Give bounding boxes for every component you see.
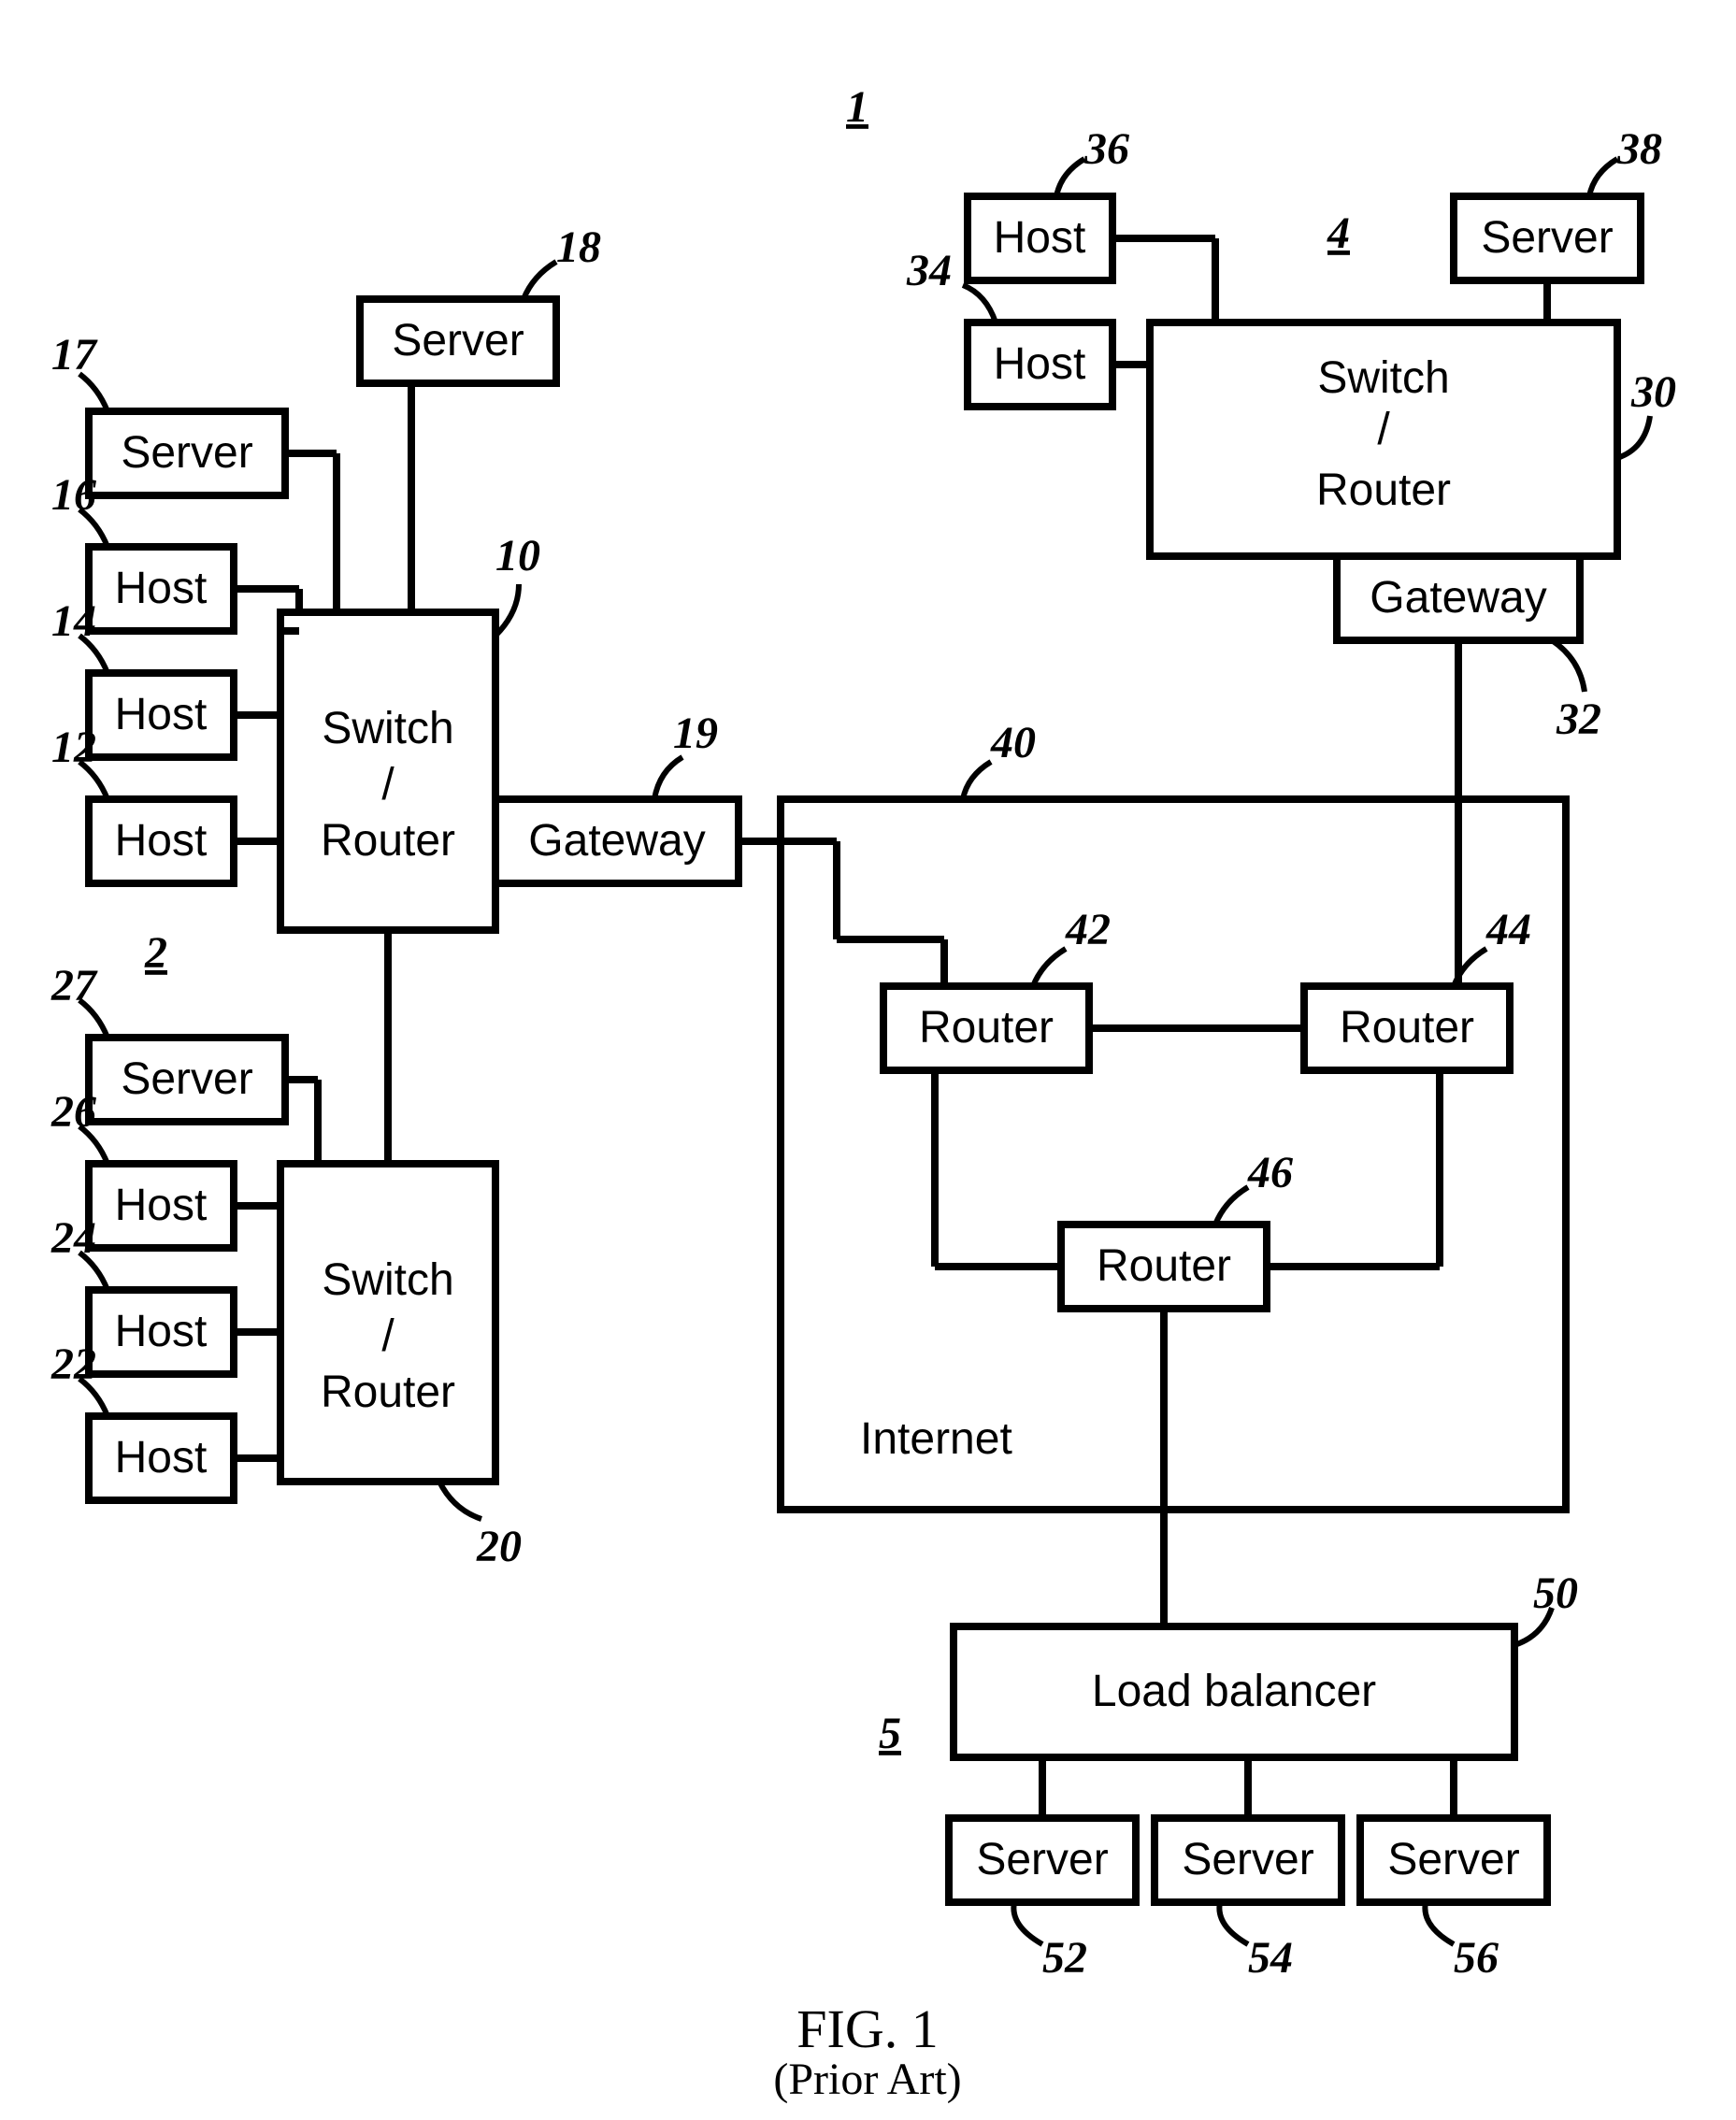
ref-14: 14 [51,596,96,646]
ref-19: 19 [673,709,718,758]
ref-34: 34 [906,246,952,295]
switch-router-30-l2: / [1377,405,1390,454]
internet-box [781,799,1566,1510]
ref-18: 18 [556,222,601,272]
ref-26: 26 [50,1087,96,1137]
ref-46: 46 [1247,1148,1293,1197]
host-26-label: Host [115,1181,208,1230]
server-27-label: Server [121,1054,252,1104]
router-44-label: Router [1340,1003,1474,1053]
server-56-label: Server [1387,1835,1519,1884]
server-54-label: Server [1182,1835,1313,1884]
ref-50: 50 [1533,1569,1578,1618]
ref-52: 52 [1042,1933,1087,1983]
switch-router-20-l3: Router [321,1368,455,1417]
host-14-label: Host [115,690,208,739]
server-52-label: Server [976,1835,1108,1884]
ref-16: 16 [51,470,96,520]
host-24-label: Host [115,1307,208,1356]
host-34-label: Host [994,339,1086,389]
switch-router-20-l2: / [381,1311,395,1361]
router-46-label: Router [1097,1241,1231,1291]
host-36-label: Host [994,213,1086,263]
server-17-label: Server [121,428,252,478]
router-42-label: Router [919,1003,1054,1053]
ref-30: 30 [1630,367,1676,417]
gateway-19-label: Gateway [528,816,705,866]
ref-38: 38 [1616,124,1662,174]
switch-router-20-l1: Switch [322,1255,453,1305]
host-12-label: Host [115,816,208,866]
ref-36: 36 [1083,124,1129,174]
ref-40: 40 [990,718,1036,767]
ref-20: 20 [476,1522,522,1571]
gateway-32-label: Gateway [1370,573,1546,623]
ref-region2: 2 [144,928,167,978]
ref-region5: 5 [879,1709,901,1758]
ref-17: 17 [51,330,98,380]
ref-22: 22 [50,1339,96,1389]
ref-12: 12 [51,723,96,772]
server-18-label: Server [392,316,524,365]
host-16-label: Host [115,564,208,613]
switch-router-10-l1: Switch [322,704,453,753]
ref-10: 10 [495,531,540,580]
switch-router-10-l3: Router [321,816,455,866]
host-22-label: Host [115,1433,208,1483]
load-balancer-label: Load balancer [1092,1667,1376,1716]
switch-router-10-l2: / [381,760,395,809]
ref-overall: 1 [846,82,868,132]
ref-44: 44 [1485,905,1531,954]
ref-32: 32 [1556,695,1601,744]
internet-label: Internet [860,1414,1012,1464]
server-38-label: Server [1481,213,1613,263]
figure-title: FIG. 1 [796,1998,938,2059]
switch-router-30-l3: Router [1316,466,1451,515]
ref-region4: 4 [1327,208,1350,258]
network-diagram: 1 Switch / Router 30 Gateway 32 Host 34 … [0,0,1736,2120]
ref-56: 56 [1454,1933,1499,1983]
ref-42: 42 [1065,905,1111,954]
ref-54: 54 [1248,1933,1293,1983]
ref-27: 27 [50,961,98,1010]
figure-subtitle: (Prior Art) [773,2055,961,2104]
ref-24: 24 [50,1213,96,1263]
switch-router-30-l1: Switch [1317,353,1449,403]
